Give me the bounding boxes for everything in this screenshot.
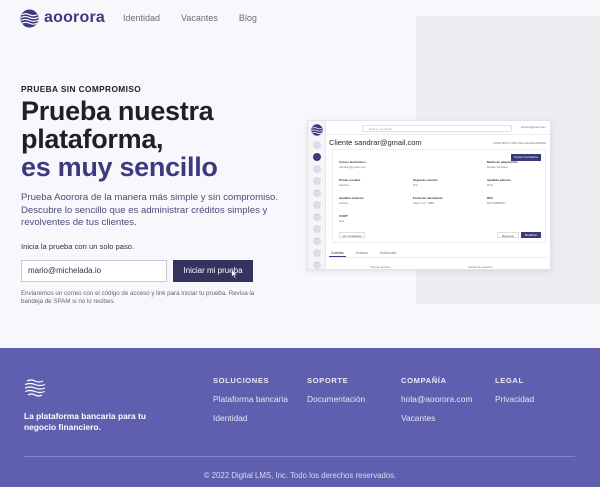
mockup-table-header: Fecha de creación — [468, 265, 493, 269]
footer-link-vacantes[interactable]: Vacantes — [401, 413, 472, 423]
hero-eyebrow: PRUEBA SIN COMPROMISO — [21, 84, 142, 94]
mockup-logo-icon — [311, 124, 323, 136]
signup-note: Enviaremos un correo con el código de ac… — [21, 289, 255, 305]
start-trial-button[interactable]: Iniciar mi prueba — [173, 259, 253, 282]
nav-links: Identidad Vacantes Blog — [123, 13, 278, 23]
mockup-nav-icon — [313, 225, 321, 233]
brand-name: aoorora — [44, 9, 105, 26]
signup-form: Iniciar mi prueba — [21, 259, 301, 282]
field-value: Marzo 07, 1988 — [413, 201, 434, 205]
nav-link-identidad[interactable]: Identidad — [123, 13, 160, 23]
mockup-nav-icon — [313, 165, 321, 173]
footer-link-identidad[interactable]: Identidad — [213, 413, 288, 423]
field-value: sandrar@gmail.com — [339, 165, 366, 169]
nav-link-vacantes[interactable]: Vacantes — [181, 13, 218, 23]
footer-column-title: COMPAÑÍA — [401, 376, 447, 385]
footer-logo-icon[interactable] — [24, 376, 46, 398]
mockup-user: sandrar@mail.com — [520, 125, 546, 129]
footer-column-title: SOPORTE — [307, 376, 349, 385]
footer-column-title: SOLUCIONES — [213, 376, 270, 385]
mockup-nav-icon — [313, 237, 321, 245]
hero-headline: Prueba nuestra plataforma, es muy sencil… — [21, 97, 301, 181]
field-label: Correo electrónico — [339, 160, 366, 164]
field-value: RUGS880307 — [487, 201, 506, 205]
mockup-field: Apellido paterno Ruiz — [487, 178, 511, 187]
mockup-nav-icon — [313, 177, 321, 185]
mockup-metadata-button: Ver metadatos — [339, 232, 365, 238]
footer-link-email[interactable]: hola@aoorora.com — [401, 394, 472, 404]
mockup-tab: Solicitudes — [379, 251, 397, 255]
footer-column-soporte: SOPORTE Documentación — [307, 376, 365, 404]
field-label: Primer nombre — [339, 178, 361, 182]
mockup-search: Buscar un cliente... — [362, 125, 512, 132]
headline-line-2: plataforma, — [21, 124, 164, 154]
hero-section: aoorora Identidad Vacantes Blog PRUEBA S… — [0, 0, 600, 348]
mockup-sidebar — [308, 121, 326, 269]
field-label: CURP — [339, 214, 348, 218]
pointer-cursor-icon — [231, 268, 238, 278]
headline-accent: es muy sencillo — [21, 152, 218, 182]
app-screenshot-mockup: Buscar un cliente... sandrar@mail.com Cl… — [307, 120, 551, 270]
site-footer: La plataforma bancaria para tu negocio f… — [0, 348, 600, 487]
footer-copyright: © 2022 Digital LMS, Inc. Todo los derech… — [203, 471, 397, 480]
footer-tagline: La plataforma bancaria para tu negocio f… — [24, 411, 146, 432]
mockup-field: Primer nombre Sandra — [339, 178, 360, 187]
mockup-client-card: Crear movimiento Correo electrónico sand… — [332, 149, 546, 243]
headline-line-1: Prueba nuestra — [21, 96, 214, 126]
mockup-topbar: Buscar un cliente... sandrar@mail.com — [326, 121, 550, 135]
footer-link-privacidad[interactable]: Privacidad — [495, 394, 534, 404]
mockup-table-header: Tipo de archivo — [370, 265, 391, 269]
mockup-title: Cliente sandrar@gmail.com — [329, 138, 422, 147]
footer-column-soluciones: SOLUCIONES Plataforma bancaria Identidad — [213, 376, 288, 423]
footer-link-documentacion[interactable]: Documentación — [307, 394, 365, 404]
mockup-field: Fecha de nacimiento Marzo 07, 1988 — [413, 196, 443, 205]
footer-column-title: LEGAL — [495, 376, 524, 385]
footer-link-plataforma-bancaria[interactable]: Plataforma bancaria — [213, 394, 288, 404]
mockup-field: Apellido materno García — [339, 196, 364, 205]
field-value: Sandra — [339, 183, 349, 187]
mockup-nav-icon — [313, 141, 321, 149]
mockup-nav-icon — [313, 189, 321, 197]
email-input[interactable] — [21, 259, 167, 282]
hero-content: PRUEBA SIN COMPROMISO Prueba nuestra pla… — [21, 84, 301, 306]
mockup-field: Medio de adquisición Redes Sociales — [487, 160, 518, 169]
brand-logo[interactable]: aoorora — [20, 8, 105, 28]
mockup-nav-icon — [313, 249, 321, 257]
mockup-field: RFC RUGS880307 — [487, 196, 506, 205]
mockup-nav-icon — [313, 201, 321, 209]
footer-column-compania: COMPAÑÍA hola@aoorora.com Vacantes — [401, 376, 472, 423]
field-value: Redes Sociales — [487, 165, 508, 169]
field-value: Ruiz — [487, 183, 494, 187]
mockup-tab: Eventos — [355, 251, 368, 255]
mockup-tabs: Cuentas Eventos Solicitudes — [329, 248, 547, 258]
mockup-field: Correo electrónico sandrar@gmail.com — [339, 160, 366, 169]
field-label: Apellido materno — [339, 196, 364, 200]
top-nav: aoorora Identidad Vacantes Blog — [20, 8, 278, 28]
mockup-subtitle: CLIENTE/ID 5 ARU-SNA-HAGAN-PENDIE — [492, 141, 546, 145]
mockup-nav-icon — [313, 153, 321, 161]
field-label: Apellido paterno — [487, 178, 511, 182]
field-label: Segundo nombre — [413, 178, 438, 182]
footer-column-legal: LEGAL Privacidad — [495, 376, 534, 404]
mockup-edit-button: Modificar — [521, 232, 541, 238]
mockup-tab: Cuentas — [329, 248, 346, 257]
mockup-nav-icon — [313, 213, 321, 221]
field-label: Medio de adquisición — [487, 160, 518, 164]
mockup-nav-icon — [313, 261, 321, 269]
field-value: N/A — [413, 183, 419, 187]
nav-link-blog[interactable]: Blog — [239, 13, 257, 23]
hero-description: Prueba Aoorora de la manera más simple y… — [21, 192, 279, 228]
field-label: RFC — [487, 196, 494, 200]
field-value: N/A — [339, 219, 345, 223]
footer-divider — [24, 456, 575, 457]
aoorora-logo-icon — [20, 8, 39, 28]
mockup-back-button: Regresar — [497, 232, 519, 238]
mockup-field: CURP N/A — [339, 214, 348, 223]
field-value: García — [339, 201, 349, 205]
cta-label: Inicia la prueba con un solo paso. — [21, 241, 135, 251]
mockup-field: Segundo nombre N/A — [413, 178, 438, 187]
field-label: Fecha de nacimiento — [413, 196, 443, 200]
